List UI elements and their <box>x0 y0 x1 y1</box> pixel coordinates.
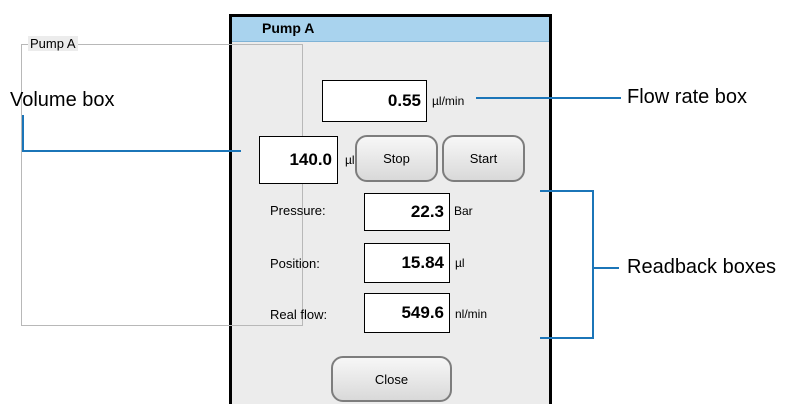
position-readback: 15.84 <box>364 243 450 283</box>
volume-callout-vertical <box>22 115 24 152</box>
readback-bracket-top <box>540 190 594 192</box>
real-flow-readback: 549.6 <box>364 293 450 333</box>
position-unit: µl <box>455 256 465 270</box>
close-button-label: Close <box>374 371 409 387</box>
readback-bracket-bottom <box>540 337 594 339</box>
pressure-readback: 22.3 <box>364 193 450 231</box>
position-value: 15.84 <box>401 253 444 272</box>
volume-input[interactable]: 140.0 <box>259 136 338 184</box>
window-title: Pump A <box>262 20 315 36</box>
pressure-value: 22.3 <box>410 202 444 221</box>
real-flow-unit: nl/min <box>455 307 488 321</box>
readback-bracket-vertical <box>592 190 594 339</box>
start-button[interactable]: Start <box>442 135 525 182</box>
title-bar: Pump A <box>232 17 549 42</box>
readback-boxes-callout: Readback boxes <box>627 256 776 278</box>
volume-callout-horizontal <box>22 150 241 152</box>
stop-button[interactable]: Stop <box>355 135 438 182</box>
real-flow-label: Real flow: <box>270 307 328 322</box>
close-button[interactable]: Close <box>331 356 452 402</box>
flow-rate-value: 0.55 <box>387 91 421 110</box>
stop-button-label: Stop <box>383 151 410 166</box>
volume-value: 140.0 <box>289 150 332 169</box>
real-flow-value: 549.6 <box>401 303 444 322</box>
pressure-label: Pressure: <box>270 203 326 218</box>
position-label: Position: <box>270 256 320 271</box>
volume-box-callout: Volume box <box>10 89 115 111</box>
pressure-unit: Bar <box>454 204 473 218</box>
flow-rate-input[interactable]: 0.55 <box>322 80 427 122</box>
flow-rate-box-callout: Flow rate box <box>627 86 748 108</box>
pump-group-box <box>21 44 303 326</box>
start-button-label: Start <box>469 151 498 166</box>
flow-rate-unit: µl/min <box>432 94 465 108</box>
readback-callout-line <box>592 267 619 269</box>
group-label: Pump A <box>28 36 78 51</box>
volume-unit: µl <box>345 153 355 167</box>
flow-rate-callout-line <box>476 97 621 99</box>
